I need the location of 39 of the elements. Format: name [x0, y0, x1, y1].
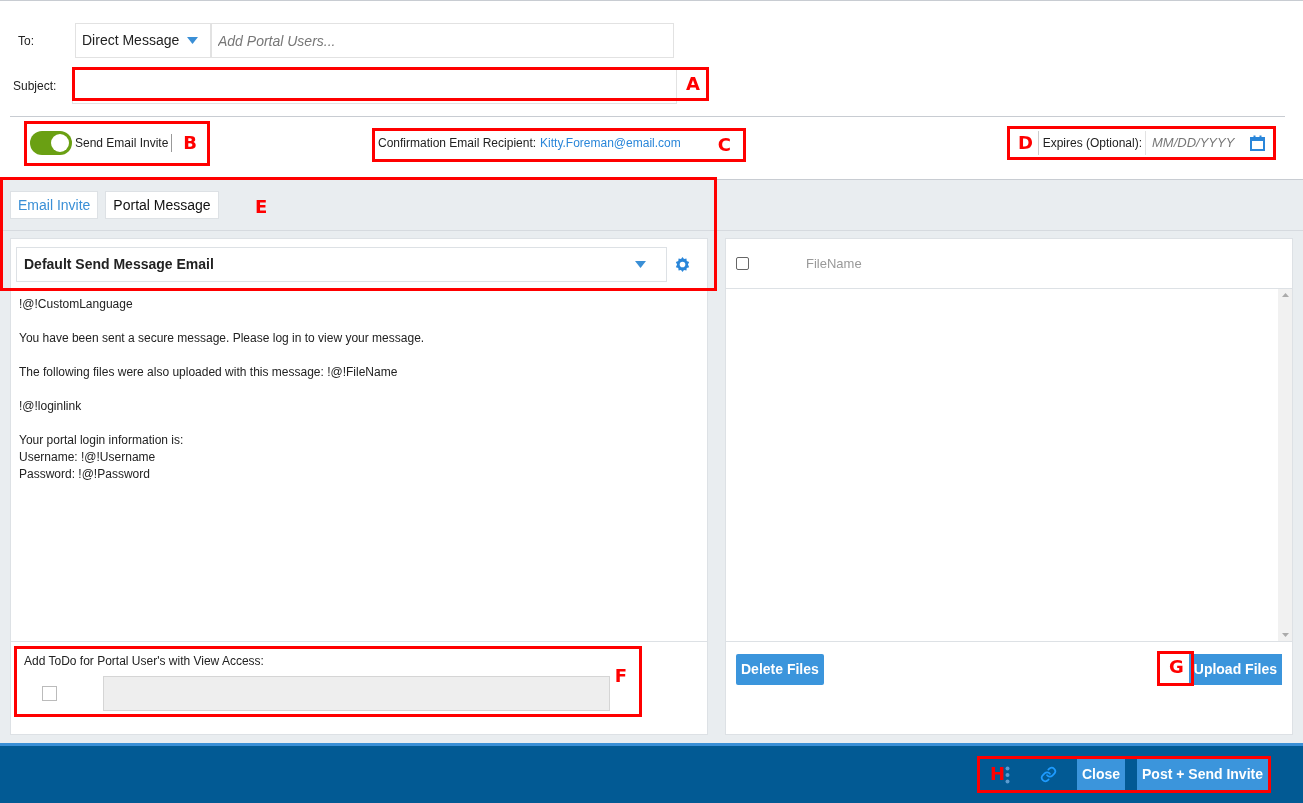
- to-label: To:: [17, 32, 35, 50]
- toggle-switch[interactable]: [30, 131, 72, 155]
- date-field[interactable]: MM/DD/YYYY: [1152, 133, 1244, 153]
- message-type-dropdown[interactable]: Direct Message: [75, 23, 211, 58]
- calendar-icon: [1250, 135, 1265, 151]
- annotation-letter: D: [1018, 132, 1033, 154]
- annotation-letter: F: [614, 665, 627, 687]
- message-body[interactable]: !@!CustomLanguage You have been sent a secure message. Please log in to view your message. The following files were also uploaded with this message: !@!FileName !@!loginlink Your portal login information is: Username: !@!Username Password: !@!Password: [11, 289, 707, 641]
- delete-files-button[interactable]: Delete Files: [736, 654, 824, 685]
- todo-label: Add ToDo for Portal User's with View Access:: [23, 653, 265, 670]
- settings-icon[interactable]: [675, 256, 690, 272]
- caret-icon: [187, 37, 199, 44]
- footer-button[interactable]: Close: [1076, 759, 1125, 790]
- link-icon[interactable]: [1039, 766, 1057, 783]
- todo-checkbox[interactable]: [42, 686, 57, 701]
- annotation-letter: H: [990, 763, 1006, 785]
- confirmation-label: Confirmation Email Recipient:: [378, 135, 537, 152]
- scrollbar[interactable]: [1278, 289, 1292, 641]
- footer-button[interactable]: Post + Send Invite: [1137, 759, 1268, 790]
- expires-label: Expires (Optional):: [1037, 131, 1145, 155]
- annotation-letter: B: [183, 132, 197, 154]
- template-dropdown[interactable]: Default Send Message Email: [16, 246, 667, 282]
- column-header: FileName: [806, 254, 862, 273]
- caret-icon: [635, 260, 646, 268]
- more-options-icon[interactable]: [1004, 765, 1010, 784]
- portal-users-field[interactable]: Add Portal Users...: [211, 23, 674, 58]
- annotation-letter: E: [255, 196, 268, 218]
- select-all-checkbox[interactable]: [736, 257, 749, 270]
- upload-files-button[interactable]: Upload Files: [1188, 654, 1282, 685]
- annotation-letter: G: [1169, 656, 1184, 678]
- recipient-email-link[interactable]: Kitty.Foreman@email.com: [540, 134, 681, 152]
- annotation-letter: A: [686, 73, 700, 95]
- scroll-down-icon[interactable]: [1281, 633, 1289, 637]
- tab[interactable]: Portal Message: [105, 191, 219, 219]
- tab[interactable]: Email Invite: [10, 191, 99, 219]
- subject-label: Subject:: [12, 78, 58, 95]
- toggle-label: Send Email Invite: [75, 134, 173, 152]
- annotation-letter: C: [717, 134, 731, 156]
- scroll-up-icon[interactable]: [1281, 293, 1289, 297]
